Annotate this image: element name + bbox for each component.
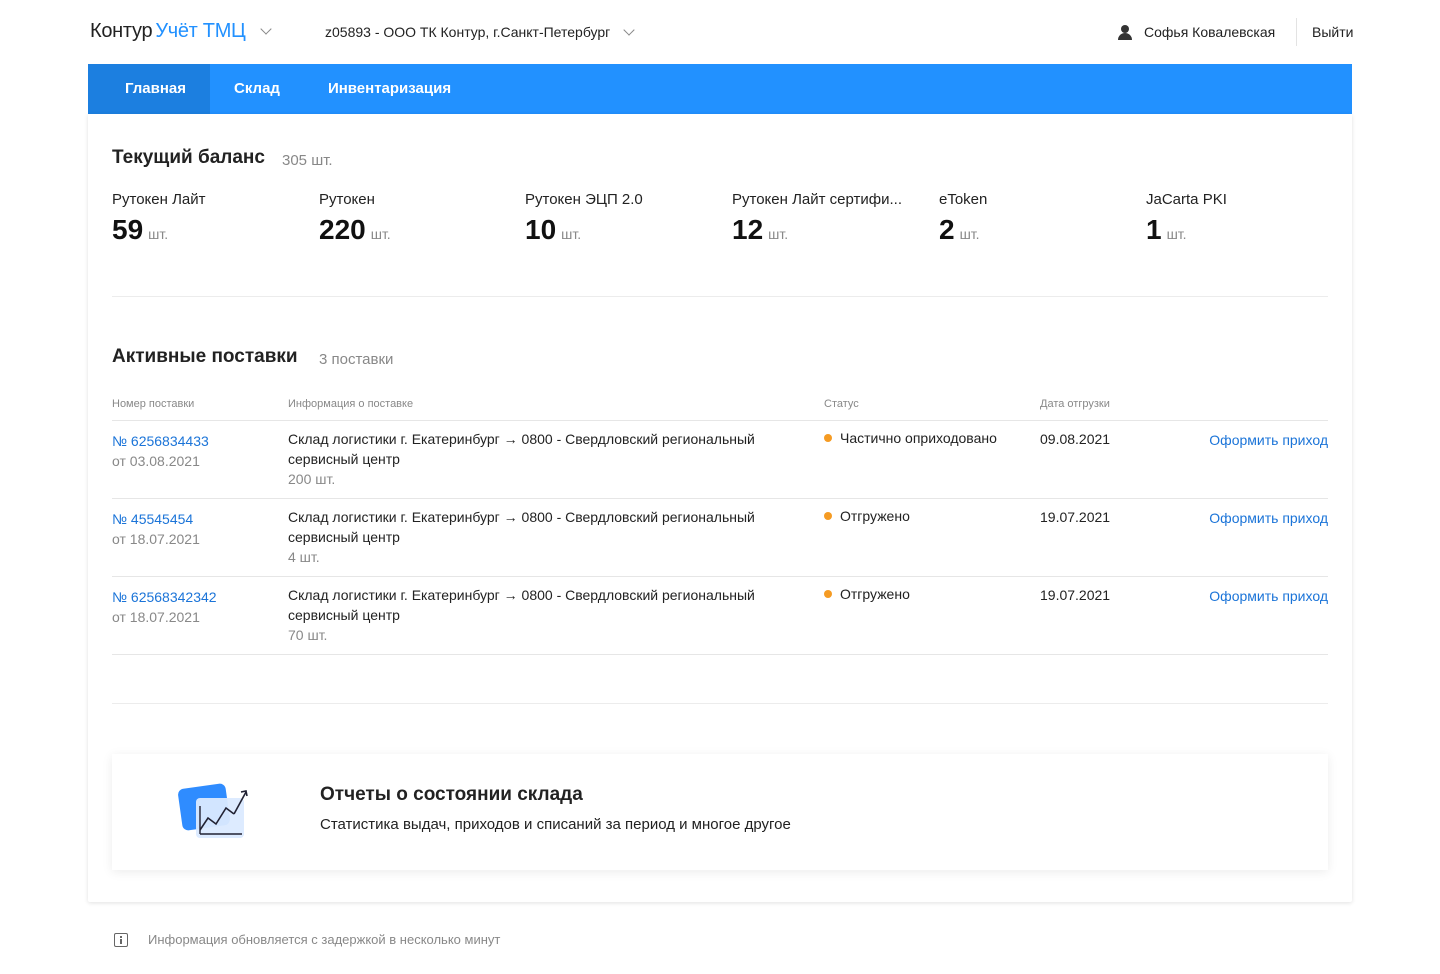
balance-item-name: Рутокен ЭЦП 2.0 bbox=[525, 191, 643, 208]
balance-item-unit: шт. bbox=[959, 226, 980, 242]
balance-item-qty: 2 bbox=[939, 214, 955, 245]
register-receipt-link[interactable]: Оформить приход bbox=[1209, 586, 1328, 606]
chart-icon bbox=[178, 780, 258, 844]
organization-label: z05893 - ООО ТК Контур, г.Санкт-Петербур… bbox=[325, 24, 611, 40]
section-divider bbox=[112, 296, 1328, 297]
header-divider bbox=[1296, 18, 1297, 46]
status-dot-icon bbox=[824, 590, 832, 598]
balance-item-unit: шт. bbox=[768, 226, 789, 242]
user-profile[interactable]: Софья Ковалевская bbox=[1118, 24, 1275, 40]
status-dot-icon bbox=[824, 434, 832, 442]
report-title: Отчеты о состоянии склада bbox=[320, 784, 583, 805]
balance-item-unit: шт. bbox=[148, 226, 169, 242]
ship-date: 19.07.2021 bbox=[1040, 509, 1111, 525]
chevron-down-icon bbox=[623, 23, 635, 36]
main-nav: Главная Склад Инвентаризация bbox=[88, 64, 1352, 114]
balance-item: Рутокен Лайт сертифи... 12 шт. bbox=[732, 191, 912, 246]
section-divider bbox=[112, 703, 1328, 704]
footer-text: Информация обновляется с задержкой в нес… bbox=[148, 932, 501, 947]
report-subtitle: Статистика выдач, приходов и списаний за… bbox=[320, 816, 791, 833]
register-receipt-link[interactable]: Оформить приход bbox=[1209, 508, 1328, 528]
organization-selector[interactable]: z05893 - ООО ТК Контур, г.Санкт-Петербур… bbox=[325, 23, 635, 40]
product-name: Учёт ТМЦ bbox=[155, 20, 246, 42]
warehouse-reports-banner[interactable]: Отчеты о состоянии склада Статистика выд… bbox=[112, 754, 1328, 870]
delivery-qty: 70 шт. bbox=[288, 627, 328, 643]
delivery-created-date: от 18.07.2021 bbox=[112, 609, 200, 625]
balance-item-unit: шт. bbox=[370, 226, 391, 242]
status-label: Отгружено bbox=[840, 508, 910, 524]
balance-item-name: Рутокен bbox=[319, 191, 375, 208]
deliveries-title: Активные поставки bbox=[112, 346, 298, 367]
balance-item-name: Рутокен Лайт bbox=[112, 191, 206, 208]
column-header-date: Дата отгрузки bbox=[1040, 398, 1110, 410]
balance-item-qty: 220 bbox=[319, 214, 366, 245]
status-label: Отгружено bbox=[840, 586, 910, 602]
delivery-number-link[interactable]: № 6256834433 bbox=[112, 431, 209, 451]
chevron-down-icon[interactable] bbox=[259, 23, 272, 35]
balance-total: 305 шт. bbox=[282, 152, 333, 169]
info-icon bbox=[114, 932, 128, 947]
status-dot-icon bbox=[824, 512, 832, 520]
column-header-number: Номер поставки bbox=[112, 398, 195, 410]
table-row: № 62568342342 от 18.07.2021 Склад логист… bbox=[112, 576, 1328, 655]
balance-item-name: eToken bbox=[939, 191, 988, 208]
delivery-number-link[interactable]: № 45545454 bbox=[112, 509, 200, 529]
footer-note: Информация обновляется с задержкой в нес… bbox=[114, 932, 500, 947]
delivery-created-date: от 03.08.2021 bbox=[112, 453, 200, 469]
balance-item-qty: 10 bbox=[525, 214, 557, 245]
balance-item-name: Рутокен Лайт сертифи... bbox=[732, 191, 903, 208]
status-badge: Отгружено bbox=[824, 506, 910, 526]
table-row: № 45545454 от 18.07.2021 Склад логистики… bbox=[112, 498, 1328, 576]
column-header-info: Информация о поставке bbox=[288, 398, 414, 410]
delivery-qty: 200 шт. bbox=[288, 471, 336, 487]
balance-item-qty: 59 bbox=[112, 214, 144, 245]
delivery-created-date: от 18.07.2021 bbox=[112, 531, 200, 547]
delivery-route: Склад логистики г. Екатеринбург → 0800 -… bbox=[288, 509, 755, 545]
tab-home[interactable]: Главная bbox=[88, 64, 211, 114]
column-header-status: Статус bbox=[824, 398, 859, 410]
top-bar: Контур Учёт ТМЦ z05893 - ООО ТК Контур, … bbox=[88, 0, 1353, 64]
deliveries-count: 3 поставки bbox=[319, 351, 394, 368]
status-badge: Частично оприходовано bbox=[824, 428, 997, 448]
balance-item: JaCarta PKI 1 шт. bbox=[1146, 191, 1346, 246]
balance-item: Рутокен Лайт 59 шт. bbox=[112, 191, 312, 246]
delivery-number-link[interactable]: № 62568342342 bbox=[112, 587, 217, 607]
ship-date: 09.08.2021 bbox=[1040, 431, 1111, 447]
balance-item: eToken 2 шт. bbox=[939, 191, 1139, 246]
tab-warehouse[interactable]: Склад bbox=[210, 64, 304, 114]
status-badge: Отгружено bbox=[824, 584, 910, 604]
table-row: № 6256834433 от 03.08.2021 Склад логисти… bbox=[112, 420, 1328, 498]
app-logo[interactable]: Контур Учёт ТМЦ bbox=[90, 20, 272, 43]
logout-link[interactable]: Выйти bbox=[1312, 24, 1353, 40]
balance-item-name: JaCarta PKI bbox=[1146, 191, 1227, 208]
delivery-route: Склад логистики г. Екатеринбург → 0800 -… bbox=[288, 587, 755, 623]
user-icon bbox=[1118, 24, 1132, 40]
balance-item: Рутокен ЭЦП 2.0 10 шт. bbox=[525, 191, 725, 246]
balance-item: Рутокен 220 шт. bbox=[319, 191, 519, 246]
balance-item-unit: шт. bbox=[561, 226, 582, 242]
ship-date: 19.07.2021 bbox=[1040, 587, 1111, 603]
tab-inventory[interactable]: Инвентаризация bbox=[304, 64, 475, 114]
status-label: Частично оприходовано bbox=[840, 430, 997, 446]
delivery-qty: 4 шт. bbox=[288, 549, 320, 565]
balance-title: Текущий баланс bbox=[112, 147, 265, 168]
main-card: Текущий баланс 305 шт. Рутокен Лайт 59 шт… bbox=[88, 114, 1352, 902]
user-name: Софья Ковалевская bbox=[1144, 24, 1276, 40]
balance-item-unit: шт. bbox=[1166, 226, 1187, 242]
balance-item-qty: 12 bbox=[732, 214, 764, 245]
register-receipt-link[interactable]: Оформить приход bbox=[1209, 430, 1328, 450]
delivery-route: Склад логистики г. Екатеринбург → 0800 -… bbox=[288, 431, 755, 467]
balance-item-qty: 1 bbox=[1146, 214, 1162, 245]
brand-name: Контур bbox=[90, 20, 153, 42]
